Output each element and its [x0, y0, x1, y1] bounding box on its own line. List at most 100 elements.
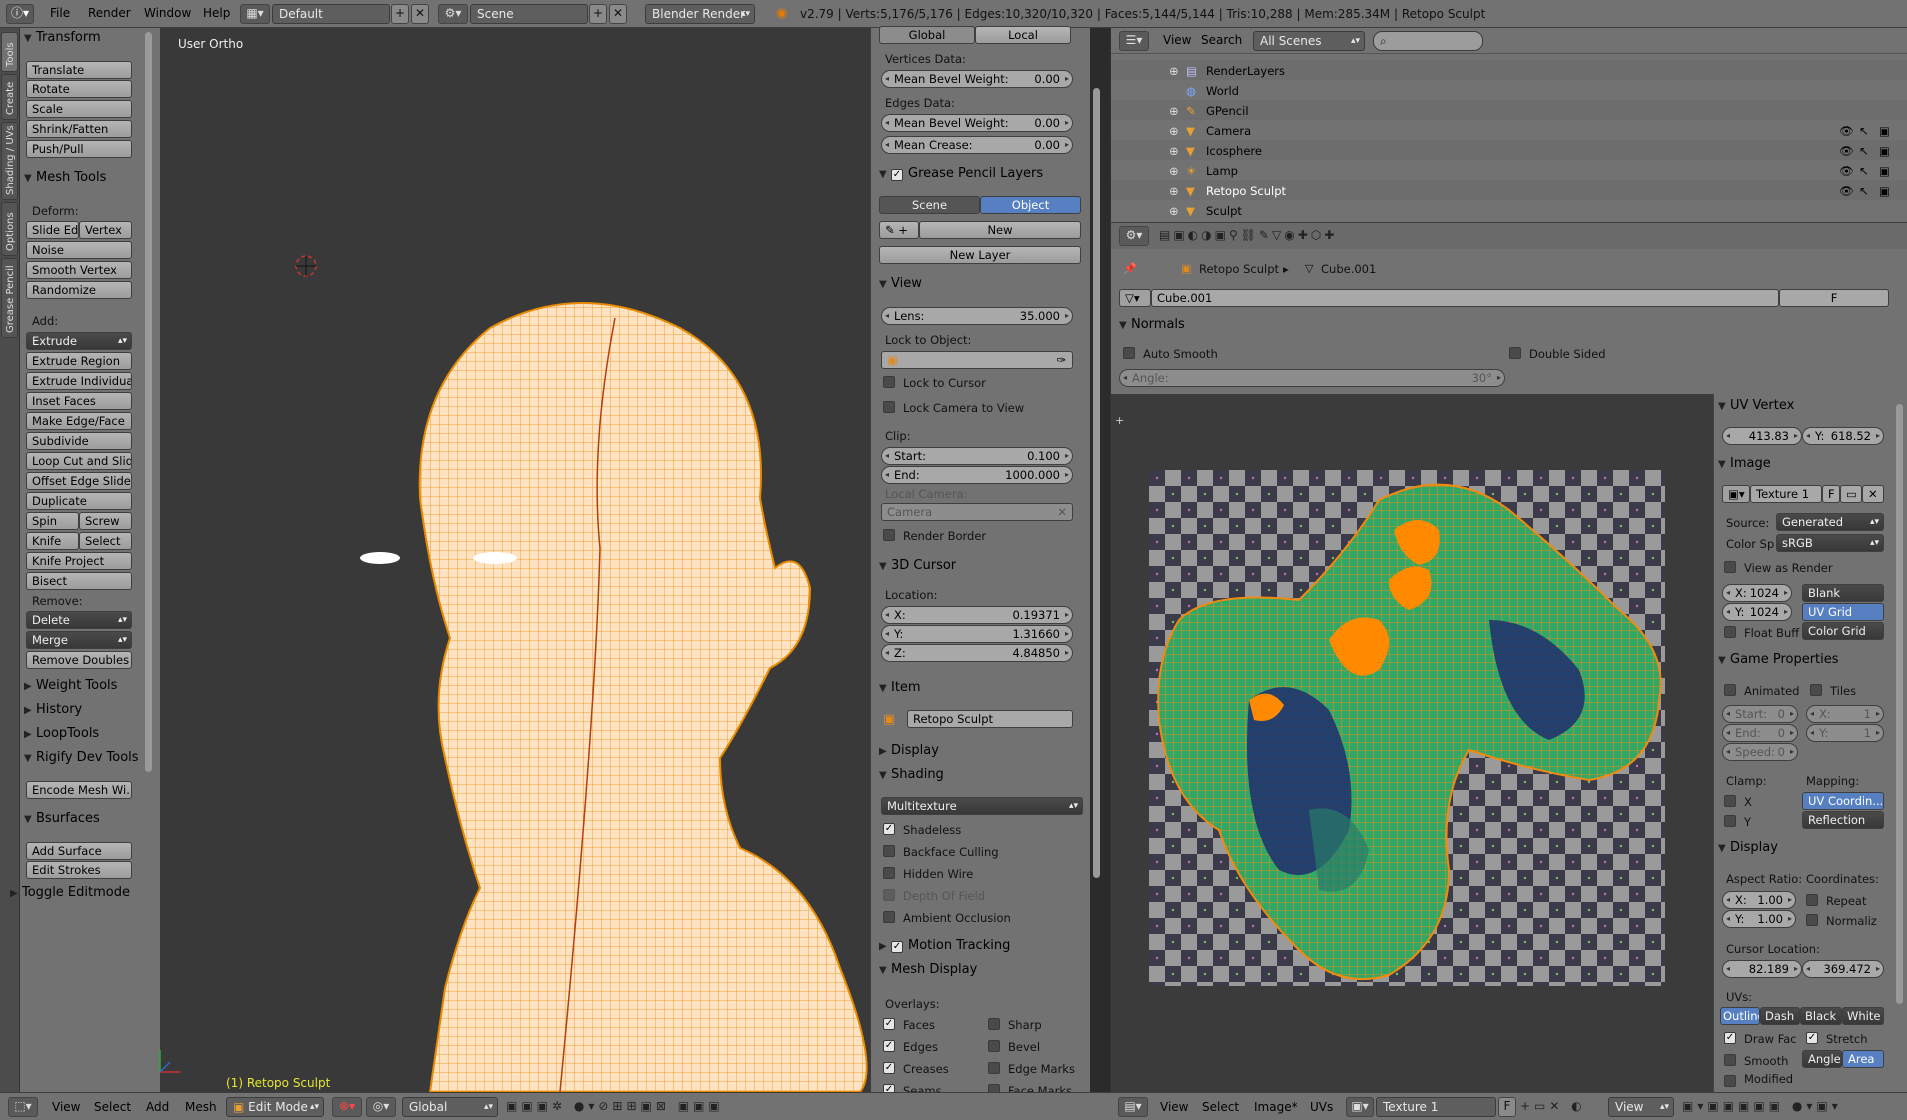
creases-checkbox[interactable]: ✓: [883, 1062, 895, 1074]
uv-menu-uvs[interactable]: UVs: [1310, 1100, 1333, 1114]
uv-cursor-y-field[interactable]: 369.472: [1802, 960, 1884, 978]
cursor-icon[interactable]: ↖: [1859, 124, 1869, 138]
animated-checkbox[interactable]: [1724, 684, 1736, 696]
panel-uv-display[interactable]: ▼ Display: [1718, 840, 1778, 860]
clamp-x-checkbox[interactable]: [1724, 795, 1736, 807]
uv-coord-toggle[interactable]: UV Coordin...: [1802, 792, 1884, 810]
sharp-checkbox[interactable]: [988, 1018, 1000, 1030]
panel-game-properties[interactable]: ▼ Game Properties: [1718, 652, 1839, 672]
render-icon[interactable]: ▣: [1879, 164, 1890, 178]
pin-icon[interactable]: 📌: [1123, 262, 1137, 275]
edge-marks-checkbox[interactable]: [988, 1062, 1000, 1074]
smooth-vertex-button[interactable]: Smooth Vertex: [26, 261, 132, 279]
outliner-row[interactable]: ⊕ ▼ Camera 👁 ↖ ▣: [1111, 120, 1907, 140]
slide-edge-button[interactable]: Slide Ed: [26, 221, 79, 239]
gp-brush-icon[interactable]: ✎ +: [879, 221, 919, 239]
eye-icon[interactable]: 👁: [1839, 164, 1854, 178]
aspect-y-field[interactable]: Y: 1.00: [1722, 910, 1796, 928]
lens-field[interactable]: Lens: 35.000: [881, 307, 1073, 325]
panel-weight-tools[interactable]: ▶ Weight Tools: [24, 678, 117, 698]
menu-help[interactable]: Help: [203, 6, 230, 20]
panel-normals[interactable]: ▼ Normals: [1119, 317, 1185, 337]
panel-motion-tracking[interactable]: ▶ ✓ Motion Tracking: [879, 938, 1010, 958]
faces-checkbox[interactable]: ✓: [883, 1018, 895, 1030]
image-fake-user-icon[interactable]: F: [1498, 1097, 1516, 1117]
vertex-mean-bevel-field[interactable]: Mean Bevel Weight: 0.00: [881, 70, 1073, 88]
menu-file[interactable]: File: [50, 6, 70, 20]
uv-vertex-x-field[interactable]: 413.83: [1722, 427, 1802, 445]
eye-icon[interactable]: 👁: [1839, 184, 1854, 198]
uv-menu-select[interactable]: Select: [1202, 1100, 1239, 1114]
tiles-checkbox[interactable]: [1810, 684, 1822, 696]
edge-mean-bevel-field[interactable]: Mean Bevel Weight: 0.00: [881, 114, 1073, 132]
context-tabs-icons[interactable]: ▤▣◐◑▣⚲⛓✎▽◉✚⬡✚: [1159, 228, 1337, 242]
image-browse-icon[interactable]: ▣▾: [1722, 485, 1750, 503]
image-browse-icon[interactable]: ▣▾: [1346, 1097, 1374, 1117]
uv-grid-toggle[interactable]: UV Grid: [1802, 603, 1884, 621]
edit-strokes-button[interactable]: Edit Strokes: [26, 861, 132, 879]
panel-transform[interactable]: ▼ Transform: [24, 30, 101, 50]
draw-faces-checkbox[interactable]: ✓: [1724, 1032, 1736, 1044]
layout-field[interactable]: Default: [272, 4, 390, 24]
gp-scene-toggle[interactable]: Scene: [879, 196, 980, 214]
auto-smooth-checkbox[interactable]: [1123, 347, 1135, 359]
folder-icon[interactable]: ▭: [1840, 485, 1862, 503]
outliner-search-input[interactable]: ⌕: [1373, 31, 1483, 51]
outliner-row[interactable]: ⊕ ▤ RenderLayers: [1111, 60, 1907, 80]
panel-uv-vertex[interactable]: ▼ UV Vertex: [1718, 398, 1794, 418]
extrude-region-button[interactable]: Extrude Region: [26, 352, 132, 370]
checkbox-icon[interactable]: ✓: [891, 941, 903, 953]
panel-3d-cursor[interactable]: ▼ 3D Cursor: [879, 558, 956, 578]
edges-checkbox[interactable]: ✓: [883, 1040, 895, 1052]
loop-cut-button[interactable]: Loop Cut and Slide: [26, 452, 132, 470]
anim-start-field[interactable]: Start: 0: [1722, 705, 1798, 723]
scale-button[interactable]: Scale: [26, 100, 132, 118]
uv-vertex-y-field[interactable]: Y: 618.52: [1802, 427, 1884, 445]
toolshelf-scrollbar[interactable]: [145, 32, 152, 772]
pivot-icon[interactable]: ◎▾: [366, 1097, 396, 1117]
ao-checkbox[interactable]: [883, 911, 895, 923]
menu-window[interactable]: Window: [144, 6, 191, 20]
knife-select-button[interactable]: Select: [79, 532, 132, 550]
menu-view[interactable]: View: [52, 1100, 80, 1114]
clip-end-field[interactable]: End: 1000.000: [881, 466, 1073, 484]
uv-image-editor[interactable]: +: [1110, 394, 1713, 1092]
view-as-render-checkbox[interactable]: [1724, 561, 1736, 573]
image-name-field[interactable]: Texture 1: [1750, 485, 1822, 503]
close-icon[interactable]: ✕: [1862, 485, 1884, 503]
blank-toggle[interactable]: Blank: [1802, 584, 1884, 602]
uv-side-scrollbar[interactable]: [1896, 404, 1903, 1004]
lock-object-field[interactable]: ▣ ✑: [881, 351, 1073, 369]
item-name-field[interactable]: Retopo Sculpt: [907, 710, 1073, 728]
duplicate-button[interactable]: Duplicate: [26, 492, 132, 510]
panel-image[interactable]: ▼ Image: [1718, 456, 1771, 476]
panel-mesh-tools[interactable]: ▼ Mesh Tools: [24, 170, 106, 190]
translate-button[interactable]: Translate: [26, 61, 132, 79]
repeat-checkbox[interactable]: [1806, 894, 1818, 906]
new-layer-button[interactable]: New Layer: [879, 246, 1081, 264]
slide-vertex-button[interactable]: Vertex: [79, 221, 132, 239]
knife-button[interactable]: Knife: [26, 532, 79, 550]
uv-menu-image[interactable]: Image*: [1254, 1100, 1298, 1114]
clamp-y-checkbox[interactable]: [1724, 815, 1736, 827]
offset-edge-button[interactable]: Offset Edge Slide: [26, 472, 132, 490]
stretch-area-toggle[interactable]: Area: [1842, 1050, 1884, 1068]
make-edge-face-button[interactable]: Make Edge/Face: [26, 412, 132, 430]
outliner-row[interactable]: ⊕ ▼ Icosphere 👁 ↖ ▣: [1111, 140, 1907, 160]
image-fake-user-button[interactable]: F: [1822, 485, 1840, 503]
scene-field[interactable]: Scene: [470, 4, 588, 24]
outliner-row[interactable]: ◍ World: [1111, 80, 1907, 100]
layout-icon[interactable]: ▦▾: [240, 4, 270, 24]
shading-mode-dropdown[interactable]: Multitexture ▴▾: [881, 797, 1083, 815]
backface-checkbox[interactable]: [883, 845, 895, 857]
local-camera-field[interactable]: Camera ✕: [881, 503, 1073, 521]
shadeless-checkbox[interactable]: ✓: [883, 823, 895, 835]
white-toggle[interactable]: White: [1842, 1007, 1884, 1025]
black-toggle[interactable]: Black: [1800, 1007, 1842, 1025]
lock-cursor-checkbox[interactable]: [883, 376, 895, 388]
local-toggle[interactable]: Local: [975, 26, 1071, 44]
panel-display[interactable]: ▶ Display: [879, 743, 939, 763]
delete-dropdown[interactable]: Delete ▴▾: [26, 611, 132, 629]
uv-select-icons[interactable]: ▣▾▣▣▣▣▣ ●▾▣▾: [1682, 1099, 1842, 1113]
render-engine-select[interactable]: Blender Render ▴▾: [645, 4, 755, 24]
